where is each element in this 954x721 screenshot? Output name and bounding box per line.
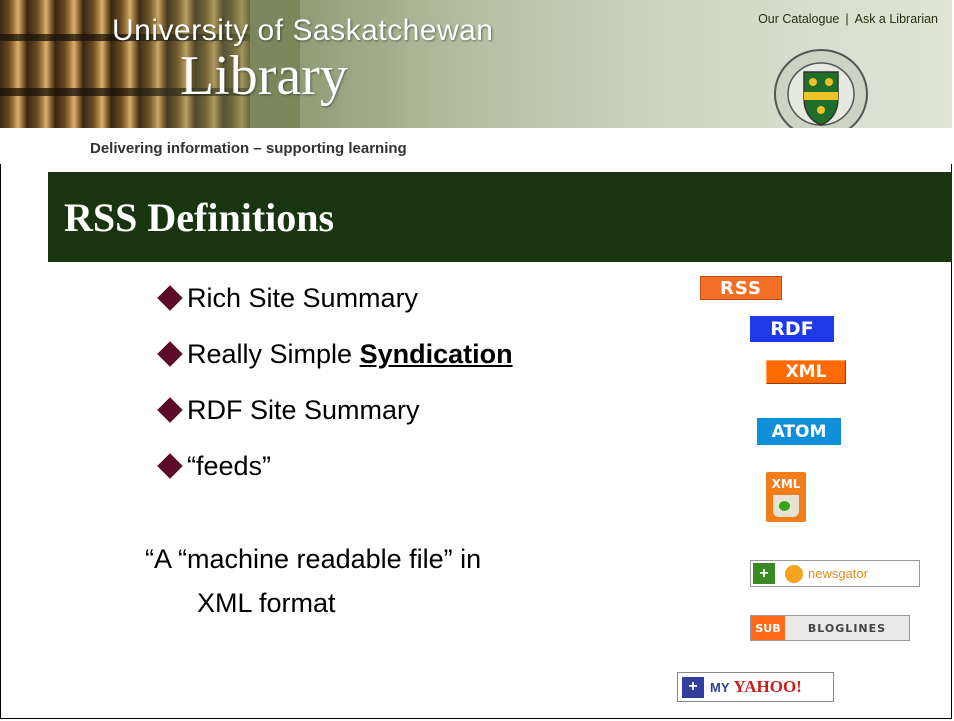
top-links: Our Catalogue | Ask a Librarian — [758, 12, 938, 26]
list-item: “feeds” — [157, 448, 513, 504]
diamond-bullet-icon — [157, 341, 183, 368]
slide-title: RSS Definitions — [64, 195, 335, 240]
diamond-bullet-icon — [157, 285, 183, 312]
plus-icon: + — [682, 676, 704, 698]
newsgator-logo-icon — [785, 564, 803, 583]
definition-list: Rich Site Summary Really Simple Syndicat… — [157, 280, 513, 504]
syndication-link[interactable]: Syndication — [360, 339, 513, 369]
library-name: Library — [180, 45, 348, 107]
bloglines-button[interactable]: SUB BLOGLINES — [750, 615, 910, 641]
library-banner: University of Saskatchewan Library Our C… — [0, 0, 952, 139]
xml-badge[interactable]: XML — [766, 360, 846, 384]
ask-librarian-link[interactable]: Ask a Librarian — [855, 12, 938, 26]
rdf-badge[interactable]: RDF — [750, 316, 834, 342]
rss-badge[interactable]: RSS — [700, 276, 782, 300]
list-item: Rich Site Summary — [157, 280, 513, 336]
catalogue-link[interactable]: Our Catalogue — [758, 12, 839, 26]
atom-badge[interactable]: ATOM — [757, 418, 841, 445]
definition-quote: “A “machine readable file” in XML format — [145, 544, 482, 618]
xml-mug-icon[interactable]: XML — [766, 472, 806, 522]
list-item: RDF Site Summary — [157, 392, 513, 448]
my-yahoo-button[interactable]: + MY YAHOO! — [677, 672, 834, 702]
university-name: University of Saskatchewan — [112, 14, 494, 47]
newsgator-button[interactable]: + newsgator — [750, 560, 920, 587]
list-item: Really Simple Syndication — [157, 336, 513, 392]
tagline: Delivering information – supporting lear… — [90, 140, 407, 157]
diamond-bullet-icon — [157, 397, 183, 424]
diamond-bullet-icon — [157, 453, 183, 480]
university-crest-icon — [774, 49, 868, 139]
plus-icon: + — [753, 563, 775, 584]
